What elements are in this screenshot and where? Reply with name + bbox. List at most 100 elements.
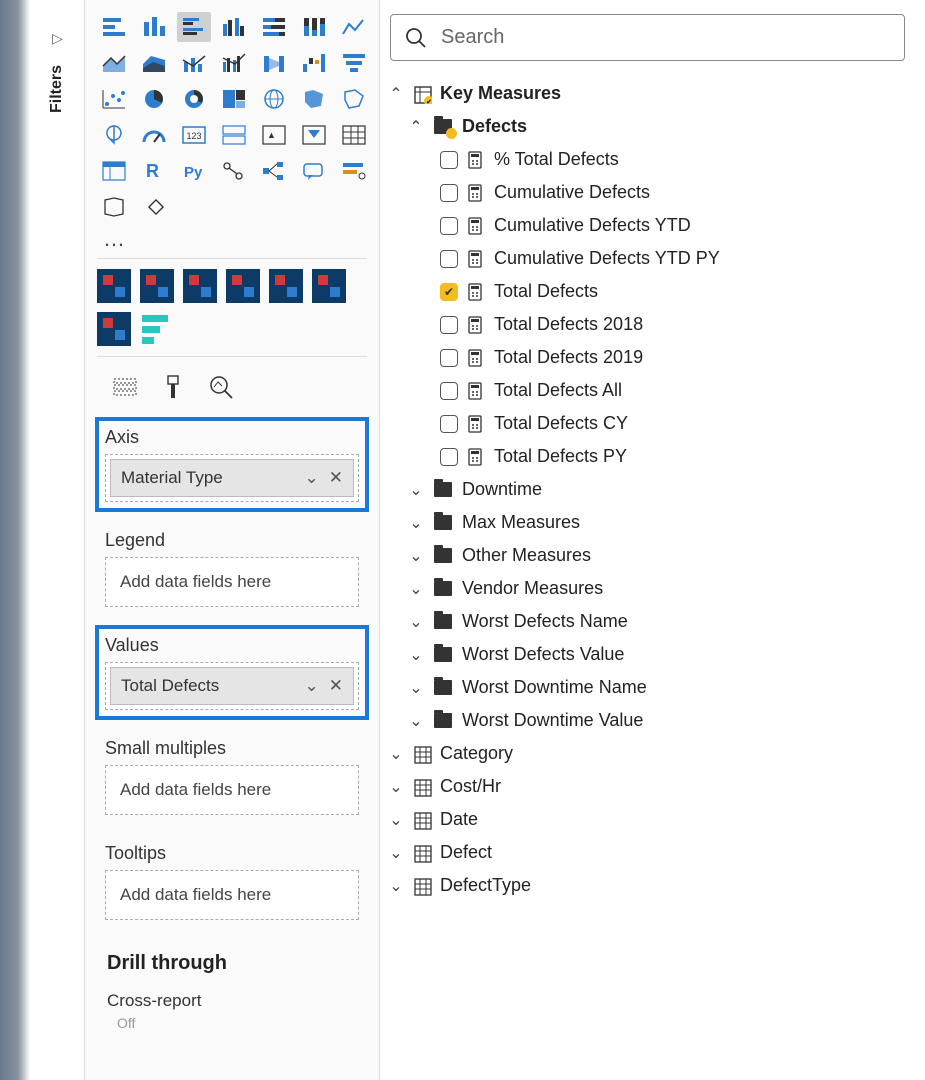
tree-folder-item[interactable]: ⌄ Vendor Measures [386,572,915,605]
table-viz-icon[interactable] [337,120,371,150]
filled-map-icon[interactable] [297,84,331,114]
tree-measure-item[interactable]: Total Defects All [386,374,915,407]
fields-search[interactable] [390,14,905,61]
axis-field-pill[interactable]: Material Type ⌄ ✕ [110,459,354,497]
python-visual-icon[interactable]: Py [177,156,211,186]
search-input[interactable] [439,25,890,50]
checkbox[interactable] [440,151,458,169]
line-stacked-column-icon[interactable] [177,48,211,78]
checkbox[interactable] [440,415,458,433]
tree-measure-item[interactable]: Cumulative Defects [386,176,915,209]
tree-folder-item[interactable]: ⌄ Other Measures [386,539,915,572]
clustered-column-icon[interactable] [217,12,251,42]
custom-hbar-viz[interactable] [140,312,174,346]
tree-key-measures[interactable]: ⌃ ✔ Key Measures [386,77,915,110]
remove-field-icon[interactable]: ✕ [329,676,343,696]
checkbox[interactable] [440,382,458,400]
key-influencers-icon[interactable] [217,156,251,186]
treemap-icon[interactable] [217,84,251,114]
tree-table-item[interactable]: ⌄ Defect [386,836,915,869]
tree-measure-item[interactable]: Total Defects PY [386,440,915,473]
small-multiples-well[interactable]: Add data fields here [105,765,359,815]
tree-measure-item[interactable]: Total Defects [386,275,915,308]
tree-measure-item[interactable]: Cumulative Defects YTD PY [386,242,915,275]
tree-measure-item[interactable]: Cumulative Defects YTD [386,209,915,242]
paginated-report-icon[interactable] [97,192,131,222]
ribbon-chart-icon[interactable] [257,48,291,78]
values-well[interactable]: Total Defects ⌄ ✕ [105,662,359,710]
decomposition-tree-icon[interactable] [257,156,291,186]
hundred-pct-column-icon[interactable] [297,12,331,42]
remove-field-icon[interactable]: ✕ [329,468,343,488]
tree-folder-item[interactable]: ⌄ Worst Defects Name [386,605,915,638]
more-viz-icon[interactable]: … [89,226,375,252]
tree-table-item[interactable]: ⌄ Date [386,803,915,836]
filters-pane-collapsed[interactable]: ◁ Filters [30,0,85,1080]
gauge-icon[interactable] [137,120,171,150]
custom-viz-3[interactable] [183,269,217,303]
tree-table-item[interactable]: ⌄ Category [386,737,915,770]
stacked-bar-icon[interactable] [97,12,131,42]
checkbox[interactable] [440,448,458,466]
analytics-tab-icon[interactable] [207,373,235,401]
tree-measure-item[interactable]: Total Defects 2019 [386,341,915,374]
fields-tab-icon[interactable] [111,373,139,401]
line-chart-icon[interactable] [337,12,371,42]
custom-viz-4[interactable] [226,269,260,303]
kpi-icon[interactable]: ▲ [257,120,291,150]
format-tab-icon[interactable] [159,373,187,401]
custom-viz-5[interactable] [269,269,303,303]
tree-table-item[interactable]: ⌄ DefectType [386,869,915,902]
pie-icon[interactable] [137,84,171,114]
custom-viz-7[interactable] [97,312,131,346]
tree-folder-item[interactable]: ⌄ Worst Downtime Name [386,671,915,704]
scatter-icon[interactable] [97,84,131,114]
cross-report-toggle[interactable]: Off [89,1015,375,1031]
axis-well[interactable]: Material Type ⌄ ✕ [105,454,359,502]
custom-viz-2[interactable] [140,269,174,303]
custom-viz-6[interactable] [312,269,346,303]
funnel-icon[interactable] [337,48,371,78]
donut-icon[interactable] [177,84,211,114]
tree-folder-item[interactable]: ⌄ Worst Downtime Value [386,704,915,737]
stacked-area-icon[interactable] [137,48,171,78]
hundred-pct-bar-icon[interactable] [257,12,291,42]
matrix-icon[interactable] [97,156,131,186]
tree-defects-folder[interactable]: ⌃ Defects [386,110,915,143]
stacked-column-icon[interactable] [137,12,171,42]
svg-text:▲: ▲ [267,130,276,140]
qa-visual-icon[interactable] [297,156,331,186]
tooltips-well[interactable]: Add data fields here [105,870,359,920]
azure-map-icon[interactable] [97,120,131,150]
tree-measure-item[interactable]: % Total Defects [386,143,915,176]
card-icon[interactable]: 123 [177,120,211,150]
tree-folder-item[interactable]: ⌄ Downtime [386,473,915,506]
legend-well[interactable]: Add data fields here [105,557,359,607]
tree-folder-item[interactable]: ⌄ Max Measures [386,506,915,539]
clustered-bar-icon[interactable] [177,12,211,42]
shape-map-icon[interactable] [337,84,371,114]
get-more-visuals-icon[interactable] [137,192,171,222]
slicer-icon[interactable] [297,120,331,150]
checkbox[interactable] [440,283,458,301]
tree-measure-item[interactable]: Total Defects 2018 [386,308,915,341]
map-icon[interactable] [257,84,291,114]
tree-measure-item[interactable]: Total Defects CY [386,407,915,440]
chevron-down-icon[interactable]: ⌄ [305,676,319,696]
tree-folder-item[interactable]: ⌄ Worst Defects Value [386,638,915,671]
checkbox[interactable] [440,250,458,268]
smart-narrative-icon[interactable] [337,156,371,186]
checkbox[interactable] [440,184,458,202]
waterfall-icon[interactable] [297,48,331,78]
checkbox[interactable] [440,316,458,334]
chevron-down-icon[interactable]: ⌄ [305,468,319,488]
custom-viz-1[interactable] [97,269,131,303]
area-chart-icon[interactable] [97,48,131,78]
multi-row-card-icon[interactable] [217,120,251,150]
values-field-pill[interactable]: Total Defects ⌄ ✕ [110,667,354,705]
checkbox[interactable] [440,349,458,367]
tree-table-item[interactable]: ⌄ Cost/Hr [386,770,915,803]
r-visual-icon[interactable]: R [137,156,171,186]
line-clustered-column-icon[interactable] [217,48,251,78]
checkbox[interactable] [440,217,458,235]
